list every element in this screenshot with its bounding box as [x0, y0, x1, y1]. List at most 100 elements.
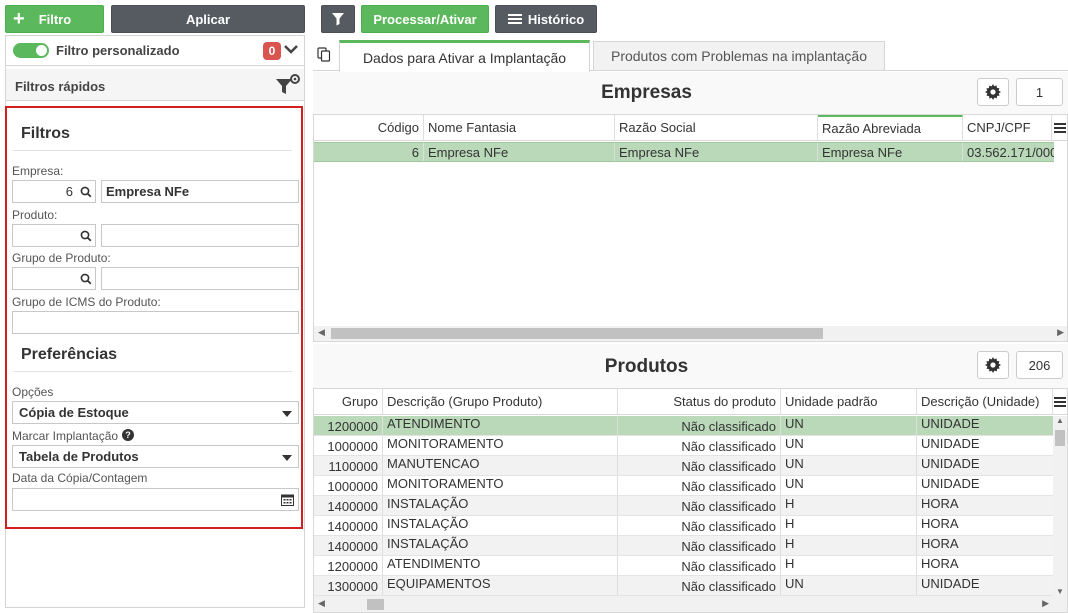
table-row[interactable]: 1400000 INSTALAÇÃO Não classificado H HORA: [314, 516, 1054, 536]
filtros-rapidos-label: Filtros rápidos: [15, 79, 106, 94]
column-header[interactable]: Unidade padrão: [781, 389, 917, 414]
table-cell: UN: [781, 576, 917, 595]
chevron-down-icon[interactable]: [284, 45, 298, 55]
table-row[interactable]: 1200000 ATENDIMENTO Não classificado UN UNID…: [314, 416, 1054, 436]
produtos-panel: Produtos 206 Grupo Descrição (Grupo Prod…: [313, 344, 1068, 613]
help-icon[interactable]: ?: [122, 429, 134, 441]
tab-bar: Dados para Ativar a Implantação Produtos…: [313, 40, 1068, 72]
table-cell: HORA: [917, 496, 1054, 515]
copy-icon[interactable]: [317, 47, 331, 62]
column-header[interactable]: Razão Social: [615, 115, 818, 140]
column-header[interactable]: Status do produto: [618, 389, 781, 414]
produtos-title: Produtos: [604, 356, 689, 377]
table-row[interactable]: 1400000 INSTALAÇÃO Não classificado H HORA: [314, 536, 1054, 556]
column-header[interactable]: Nome Fantasia: [424, 115, 615, 140]
table-cell: EQUIPAMENTOS: [383, 576, 618, 595]
historico-button[interactable]: Histórico: [495, 5, 597, 33]
column-header[interactable]: Razão Abreviada: [818, 115, 963, 140]
horizontal-scrollbar[interactable]: ◀ ▶: [314, 326, 1067, 341]
scroll-right-icon[interactable]: ▶: [1057, 327, 1064, 338]
table-row[interactable]: 1400000 INSTALAÇÃO Não classificado H HORA: [314, 496, 1054, 516]
table-cell: 1100000: [314, 456, 383, 475]
tab-label: Dados para Ativar a Implantação: [362, 49, 567, 66]
filtro-button[interactable]: + Filtro: [5, 5, 104, 33]
produtos-settings-button[interactable]: [977, 351, 1009, 379]
table-cell: Não classificado: [618, 416, 781, 435]
table-row[interactable]: 1000000 MONITORAMENTO Não classificado UN UN…: [314, 436, 1054, 456]
gear-icon: [985, 357, 1001, 373]
aplicar-button[interactable]: Aplicar: [111, 5, 305, 33]
table-row[interactable]: 1000000 MONITORAMENTO Não classificado UN UN…: [314, 476, 1054, 496]
table-row[interactable]: 1200000 ATENDIMENTO Não classificado H HORA: [314, 556, 1054, 576]
empresa-label: Empresa:: [12, 164, 64, 178]
column-menu-icon[interactable]: [1053, 389, 1067, 414]
empresas-panel: Empresas 1 Código Nome Fantasia Razão So…: [313, 72, 1068, 342]
scroll-down-icon[interactable]: ▼: [1056, 587, 1064, 596]
search-icon[interactable]: [80, 186, 92, 198]
empresas-settings-button[interactable]: [977, 78, 1009, 106]
vertical-scrollbar[interactable]: ▲ ▼: [1053, 416, 1067, 596]
marcar-implantacao-select[interactable]: Tabela de Produtos: [12, 445, 299, 468]
table-cell: ATENDIMENTO: [383, 556, 618, 575]
table-cell: 1200000: [314, 416, 383, 435]
column-header[interactable]: Descrição (Unidade): [917, 389, 1053, 414]
table-cell: UN: [781, 456, 917, 475]
tab-dados-ativar[interactable]: Dados para Ativar a Implantação: [339, 40, 590, 72]
aplicar-label: Aplicar: [185, 11, 231, 27]
produtos-count: 206: [1016, 351, 1063, 379]
table-cell: 1000000: [314, 436, 383, 455]
count-value: 1: [1035, 84, 1044, 100]
scrollbar-thumb[interactable]: [367, 599, 384, 610]
table-cell: Não classificado: [618, 456, 781, 475]
scrollbar-thumb[interactable]: [331, 328, 823, 339]
data-copia-label: Data da Cópia/Contagem: [12, 471, 148, 485]
scroll-right-icon[interactable]: ▶: [1042, 598, 1049, 609]
opcoes-select[interactable]: Cópia de Estoque: [12, 401, 299, 424]
empresas-title: Empresas: [601, 82, 692, 103]
table-cell: 1300000: [314, 576, 383, 595]
processar-label: Processar/Ativar: [373, 11, 477, 27]
column-header[interactable]: Descrição (Grupo Produto): [383, 389, 618, 414]
table-row[interactable]: 1300000 EQUIPAMENTOS Não classificado UN UNI…: [314, 576, 1054, 596]
grupo-produto-name-input[interactable]: [101, 267, 299, 290]
table-cell: MANUTENCAO: [383, 456, 618, 475]
filtro-personalizado-toggle[interactable]: [13, 43, 49, 58]
empresa-name-input[interactable]: Empresa NFe: [101, 180, 299, 203]
data-copia-input[interactable]: [12, 488, 299, 511]
table-cell: Não classificado: [618, 516, 781, 535]
table-cell: INSTALAÇÃO: [383, 536, 618, 555]
calendar-icon[interactable]: [281, 494, 294, 506]
table-cell: Não classificado: [618, 536, 781, 555]
scroll-up-icon[interactable]: ▲: [1056, 416, 1064, 425]
column-header[interactable]: CNPJ/CPF: [963, 115, 1052, 140]
table-cell: UNIDADE: [917, 476, 1054, 495]
table-row[interactable]: 1100000 MANUTENCAO Não classificado UN UNIDA…: [314, 456, 1054, 476]
produtos-header: Grupo Descrição (Grupo Produto) Status d…: [314, 389, 1067, 415]
produto-name-input[interactable]: [101, 224, 299, 247]
filtros-rapidos-row[interactable]: Filtros rápidos: [6, 69, 304, 101]
grupo-icms-input[interactable]: [12, 311, 299, 334]
table-cell: H: [781, 536, 917, 555]
table-cell: 1400000: [314, 496, 383, 515]
empresas-count: 1: [1016, 78, 1063, 106]
scrollbar-thumb[interactable]: [1055, 430, 1065, 446]
scroll-left-icon[interactable]: ◀: [318, 327, 325, 338]
table-cell: 1200000: [314, 556, 383, 575]
column-header[interactable]: Código: [314, 115, 424, 140]
processar-ativar-button[interactable]: Processar/Ativar: [361, 5, 489, 33]
funnel-button[interactable]: [321, 5, 355, 33]
plus-icon: +: [13, 8, 25, 30]
toggle-knob: [36, 45, 47, 56]
table-cell: Não classificado: [618, 576, 781, 595]
filter-settings-icon[interactable]: [274, 73, 302, 97]
column-menu-icon[interactable]: [1052, 115, 1067, 140]
table-row[interactable]: 6 Empresa NFe Empresa NFe Empresa NFe 03…: [314, 142, 1054, 162]
scroll-left-icon[interactable]: ◀: [318, 598, 325, 609]
tab-produtos-problemas[interactable]: Produtos com Problemas na implantação: [593, 41, 885, 70]
search-icon[interactable]: [80, 273, 92, 285]
search-icon[interactable]: [80, 230, 92, 242]
filtro-personalizado-row: Filtro personalizado 0: [6, 36, 304, 66]
column-header[interactable]: Grupo: [314, 389, 383, 414]
funnel-icon: [332, 13, 344, 26]
horizontal-scrollbar[interactable]: ◀ ▶: [314, 596, 1067, 612]
